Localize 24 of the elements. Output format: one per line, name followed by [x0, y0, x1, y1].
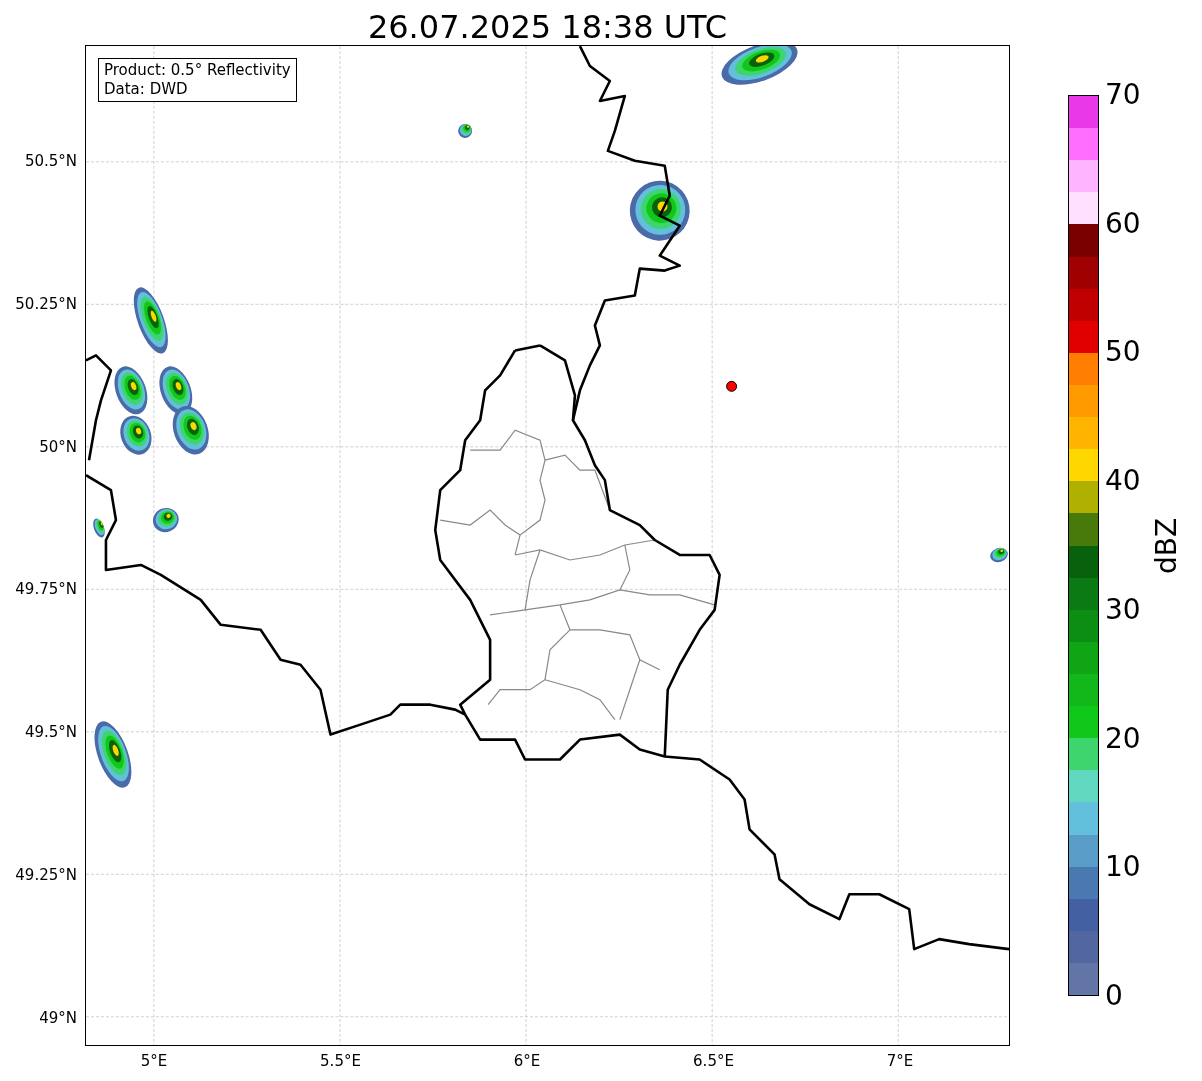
longitude-label: 6°E [512, 1054, 542, 1069]
latitude-label: 50.5°N [24, 154, 77, 169]
colorbar-label: dBZ [1153, 517, 1182, 574]
latitude-label: 50°N [39, 439, 77, 455]
colorbar-tick-label: 40 [1105, 467, 1141, 496]
longitude-label: 5°E [139, 1054, 169, 1069]
longitude-label: 7°E [885, 1054, 915, 1069]
colorbar-tick-label: 60 [1105, 209, 1141, 238]
legend-text: Product: 0.5° Reflectivity [104, 61, 291, 80]
latitude-label: 50.25°N [15, 296, 77, 312]
latitude-label: 49.25°N [15, 868, 77, 883]
legend-text: Data: DWD [104, 80, 189, 99]
latitude-label: 49°N [39, 1010, 77, 1026]
colorbar-tick-label: 70 [1105, 81, 1141, 109]
colorbar-tick-label: 0 [1105, 982, 1123, 1010]
colorbar-tick-label: 30 [1105, 595, 1141, 624]
longitude-label: 5.5°E [319, 1054, 362, 1069]
latitude-label: 49.75°N [15, 582, 77, 598]
latitude-label: 49.5°N [24, 725, 77, 741]
colorbar-tick-label: 20 [1105, 724, 1141, 753]
colorbar-tick-label: 10 [1105, 853, 1141, 882]
longitude-label: 6.5°E [692, 1054, 735, 1069]
colorbar-tick-label: 50 [1105, 338, 1141, 367]
chart-title: 26.07.2025 18:38 UTC [367, 11, 728, 45]
